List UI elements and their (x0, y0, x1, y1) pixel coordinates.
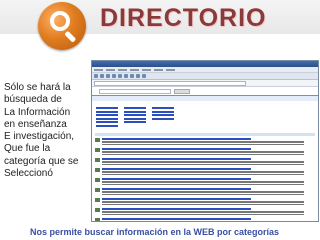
result-list (92, 137, 318, 221)
slide-caption: Nos permite buscar información en la WEB… (30, 227, 280, 237)
browser-screenshot (91, 60, 319, 222)
browser-toolbar (92, 73, 318, 80)
list-item (95, 178, 315, 186)
description-line: categoría que se (4, 155, 79, 167)
magnifier-icon (38, 2, 86, 50)
category-list (92, 106, 318, 132)
description-text: Sólo se hará la búsqueda de La Informaci… (4, 82, 92, 180)
list-item (95, 138, 315, 146)
description-line: Seleccionó (4, 168, 53, 180)
description-line: en enseñanza (4, 118, 67, 130)
search-input (99, 88, 171, 94)
search-header (92, 87, 318, 95)
list-item (95, 188, 315, 196)
search-button (174, 88, 190, 94)
address-bar (92, 80, 318, 87)
description-line: búsqueda de (4, 94, 62, 106)
list-item (95, 148, 315, 156)
list-item (95, 218, 315, 221)
list-item (95, 158, 315, 166)
description-line: La Información (4, 106, 71, 118)
results-separator (95, 133, 315, 136)
page-title: DIRECTORIO (100, 4, 267, 32)
description-line: E investigación, (4, 131, 75, 143)
list-item (95, 208, 315, 216)
description-line: Sólo se hará la (4, 82, 71, 93)
list-item (95, 198, 315, 206)
list-item (95, 168, 315, 176)
description-line: Que fue la (4, 143, 51, 155)
